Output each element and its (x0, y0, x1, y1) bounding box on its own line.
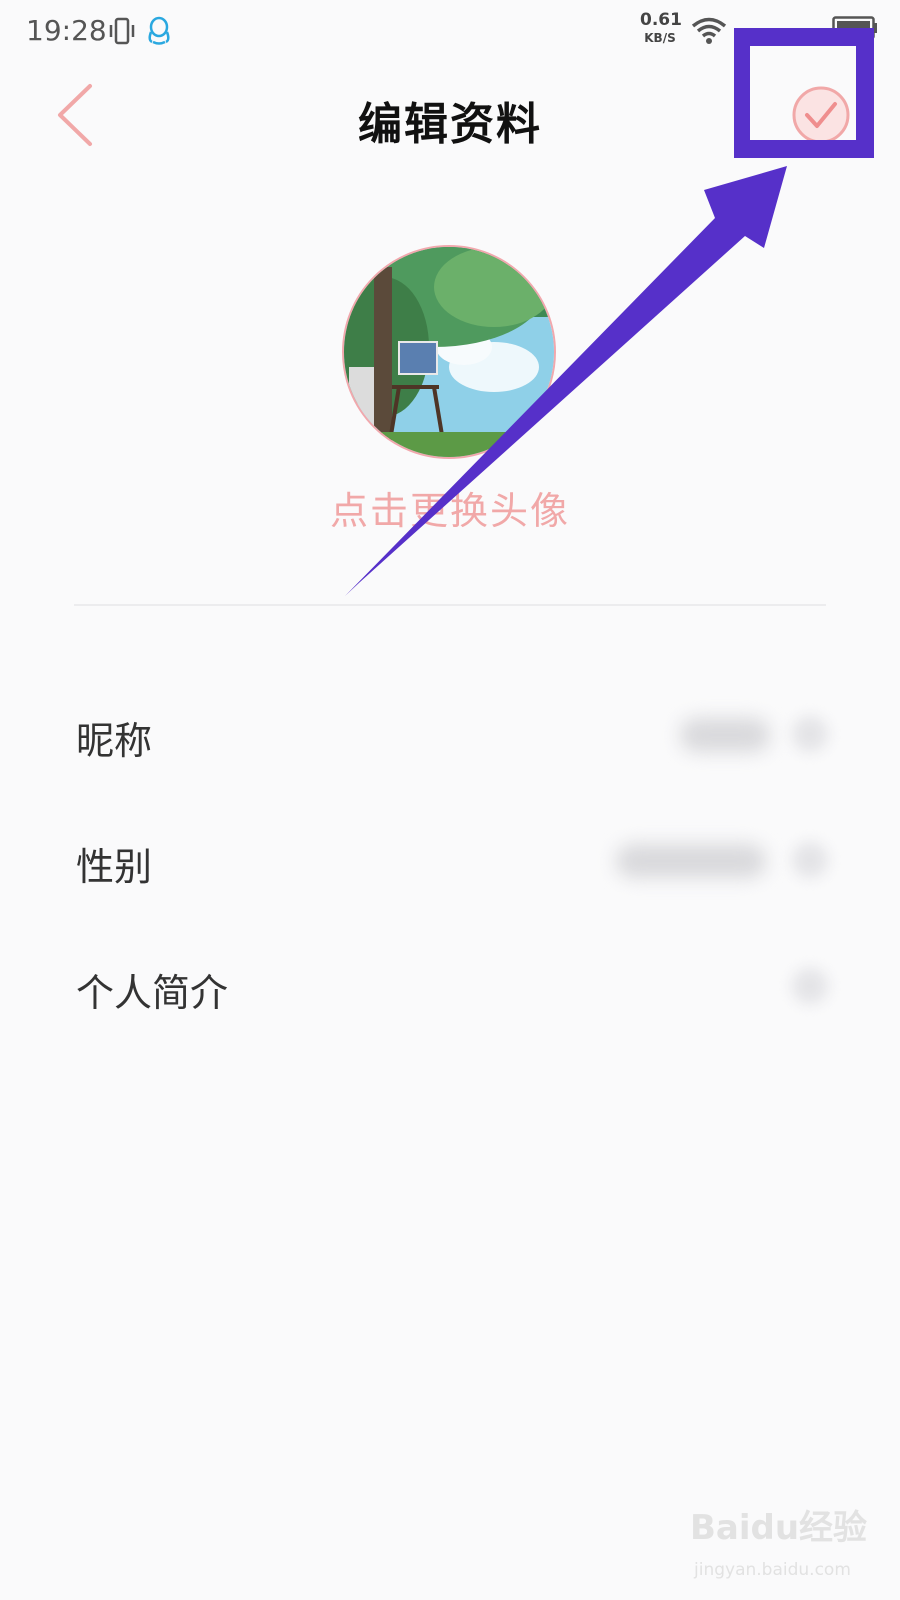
bio-label: 个人简介 (76, 971, 229, 1015)
network-speed-value: 0.61 (640, 10, 682, 30)
watermark-logo: Baidu经验 (690, 1508, 868, 1548)
vibrate-icon (109, 17, 135, 45)
avatar-image (344, 247, 554, 457)
watermark: Baidu经验 jingyan.baidu.com (690, 1500, 880, 1590)
chevron-right-icon (792, 842, 828, 878)
bio-row[interactable]: 个人简介 (0, 932, 900, 1042)
status-time: 19:28 (26, 14, 107, 47)
nickname-label: 昵称 (76, 719, 153, 763)
network-speed: 0.61 KB/S (640, 10, 682, 45)
wifi-icon (691, 17, 727, 44)
change-avatar-link[interactable]: 点击更换头像 (0, 480, 900, 535)
annotation-highlight-box (734, 28, 874, 158)
gender-row[interactable]: 性别 (0, 806, 900, 916)
qq-icon (148, 16, 170, 45)
gender-label: 性别 (76, 845, 153, 889)
chevron-right-icon (792, 716, 828, 752)
nickname-value (680, 718, 770, 752)
network-speed-unit: KB/S (644, 31, 676, 45)
avatar[interactable] (342, 245, 556, 459)
gender-value (616, 844, 766, 878)
chevron-right-icon (792, 968, 828, 1004)
divider (74, 604, 826, 606)
nickname-row[interactable]: 昵称 (0, 680, 900, 790)
watermark-url: jingyan.baidu.com (694, 1560, 851, 1580)
